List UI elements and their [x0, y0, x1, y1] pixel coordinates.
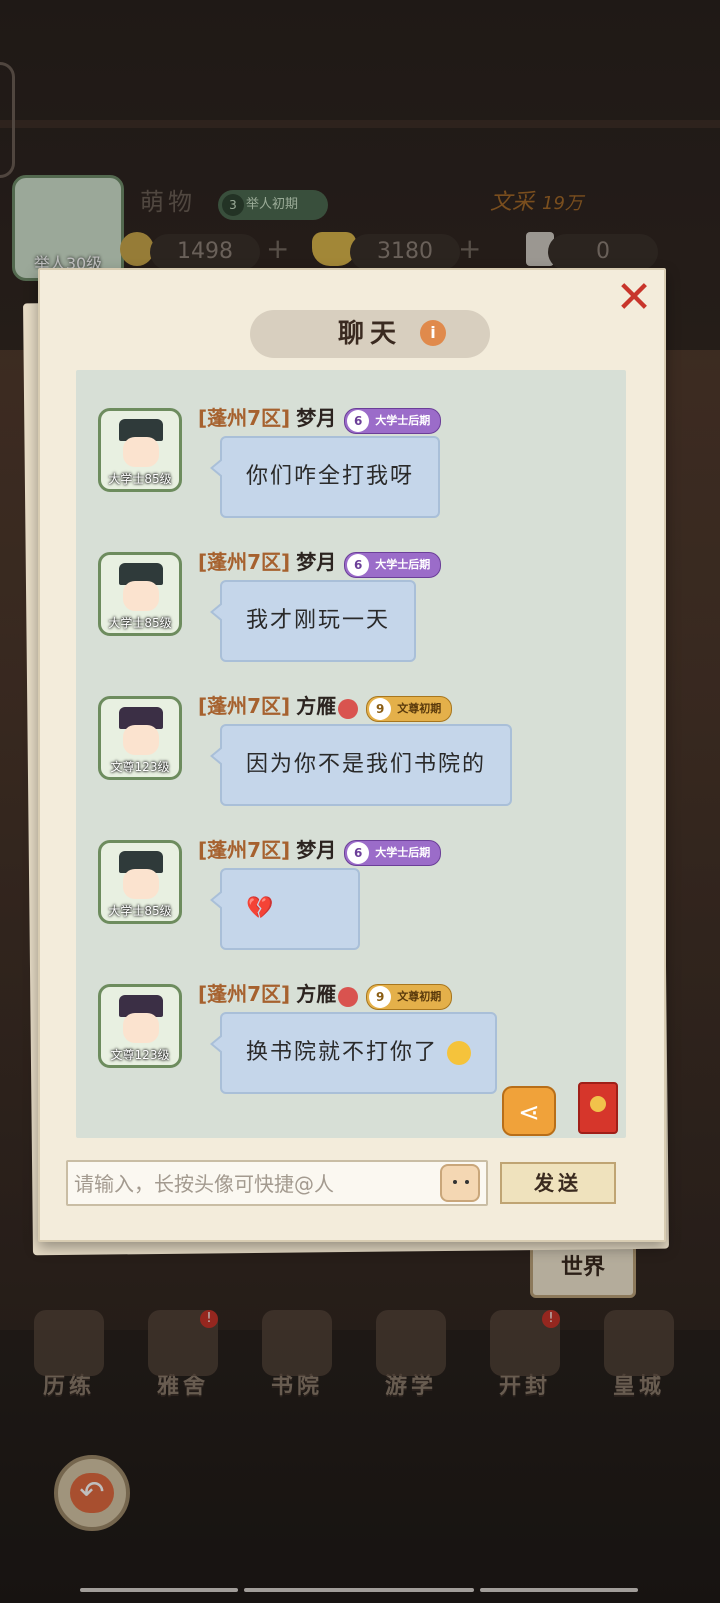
- knot-charm-icon: [338, 698, 359, 719]
- sender-name: 方雁: [296, 982, 337, 1006]
- title-plaque: 聊天 i: [250, 310, 490, 358]
- rank-badge-num: 6: [347, 841, 370, 864]
- sender-avatar[interactable]: 文尊123级: [98, 696, 182, 780]
- rank-badge-label: 大学士后期: [375, 413, 431, 427]
- avatar-face: [123, 869, 159, 899]
- chat-input-box: [66, 1160, 488, 1206]
- avatar-face: [123, 725, 159, 755]
- sender-avatar[interactable]: 大学士85级: [98, 552, 182, 636]
- chat-dialog: ✕ 聊天 i 大学士85级 [蓬州7区] 梦月 6 大学士后期 你们咋全打我呀 大学士…: [38, 268, 666, 1242]
- rank-badge: 9 文尊初期: [366, 695, 453, 722]
- rank-badge: 9 文尊初期: [366, 983, 453, 1010]
- rank-badge-label: 大学士后期: [375, 557, 431, 571]
- message-bubble: 换书院就不打你了: [209, 1012, 498, 1094]
- rank-badge-label: 文尊初期: [397, 701, 442, 715]
- server-tag: [蓬州7区]: [198, 982, 291, 1006]
- rank-badge-num: 9: [369, 985, 392, 1008]
- message-bubble: 你们咋全打我呀: [209, 436, 441, 518]
- rank-badge-num: 9: [369, 697, 392, 720]
- share-icon: ⋖: [518, 1098, 540, 1128]
- send-button[interactable]: 发送: [500, 1162, 616, 1204]
- rank-badge: 6 大学士后期: [344, 407, 442, 434]
- avatar-rank: 大学士85级: [108, 904, 172, 918]
- message-header: [蓬州7区] 梦月 6 大学士后期: [198, 546, 442, 578]
- info-icon[interactable]: i: [420, 320, 446, 346]
- sender-name: 梦月: [296, 838, 337, 862]
- server-tag: [蓬州7区]: [198, 694, 291, 718]
- broken-heart-icon: 💔: [246, 896, 276, 921]
- sender-name: 方雁: [296, 694, 337, 718]
- server-tag: [蓬州7区]: [198, 550, 291, 574]
- sender-avatar[interactable]: 大学士85级: [98, 408, 182, 492]
- avatar-rank: 文尊123级: [110, 1048, 170, 1062]
- red-packet-button[interactable]: [578, 1082, 618, 1134]
- avatar-rank: 大学士85级: [108, 616, 172, 630]
- rank-badge-label: 文尊初期: [397, 989, 442, 1003]
- message-header: [蓬州7区] 梦月 6 大学士后期: [198, 834, 442, 866]
- chat-input[interactable]: [68, 1162, 436, 1206]
- rank-badge-num: 6: [347, 409, 370, 432]
- rank-badge-num: 6: [347, 553, 370, 576]
- message-text: 换书院就不打你了: [246, 1040, 439, 1065]
- sender-avatar[interactable]: 大学士85级: [98, 840, 182, 924]
- close-button[interactable]: ✕: [614, 276, 654, 320]
- share-button[interactable]: ⋖: [502, 1086, 556, 1136]
- message-bubble: 💔: [210, 868, 360, 950]
- chat-message-list[interactable]: 大学士85级 [蓬州7区] 梦月 6 大学士后期 你们咋全打我呀 大学士85级 [蓬州…: [76, 370, 626, 1138]
- rank-badge-label: 大学士后期: [375, 845, 431, 859]
- drooling-face-emoji-icon: [447, 1041, 472, 1065]
- rank-badge: 6 大学士后期: [344, 839, 442, 866]
- rank-badge: 6 大学士后期: [344, 551, 442, 578]
- avatar-rank: 大学士85级: [108, 472, 172, 486]
- knot-charm-icon: [338, 986, 359, 1007]
- emoji-button[interactable]: [440, 1164, 480, 1202]
- avatar-rank: 文尊123级: [110, 760, 170, 774]
- avatar-face: [123, 437, 159, 467]
- message-bubble: 因为你不是我们书院的: [209, 724, 513, 806]
- message-header: [蓬州7区] 方雁 9 文尊初期: [198, 690, 453, 722]
- message-header: [蓬州7区] 方雁 9 文尊初期: [198, 978, 453, 1010]
- server-tag: [蓬州7区]: [198, 406, 291, 430]
- server-tag: [蓬州7区]: [198, 838, 291, 862]
- sender-name: 梦月: [296, 406, 337, 430]
- emoji-face-icon: [453, 1180, 457, 1184]
- sender-name: 梦月: [296, 550, 337, 574]
- avatar-face: [123, 581, 159, 611]
- emoji-face-icon: [465, 1180, 469, 1184]
- message-header: [蓬州7区] 梦月 6 大学士后期: [198, 402, 442, 434]
- message-bubble: 我才刚玩一天: [209, 580, 417, 662]
- dialog-title: 聊天: [337, 319, 402, 349]
- sender-avatar[interactable]: 文尊123级: [98, 984, 182, 1068]
- avatar-face: [123, 1013, 159, 1043]
- red-packet-icon: [590, 1096, 606, 1112]
